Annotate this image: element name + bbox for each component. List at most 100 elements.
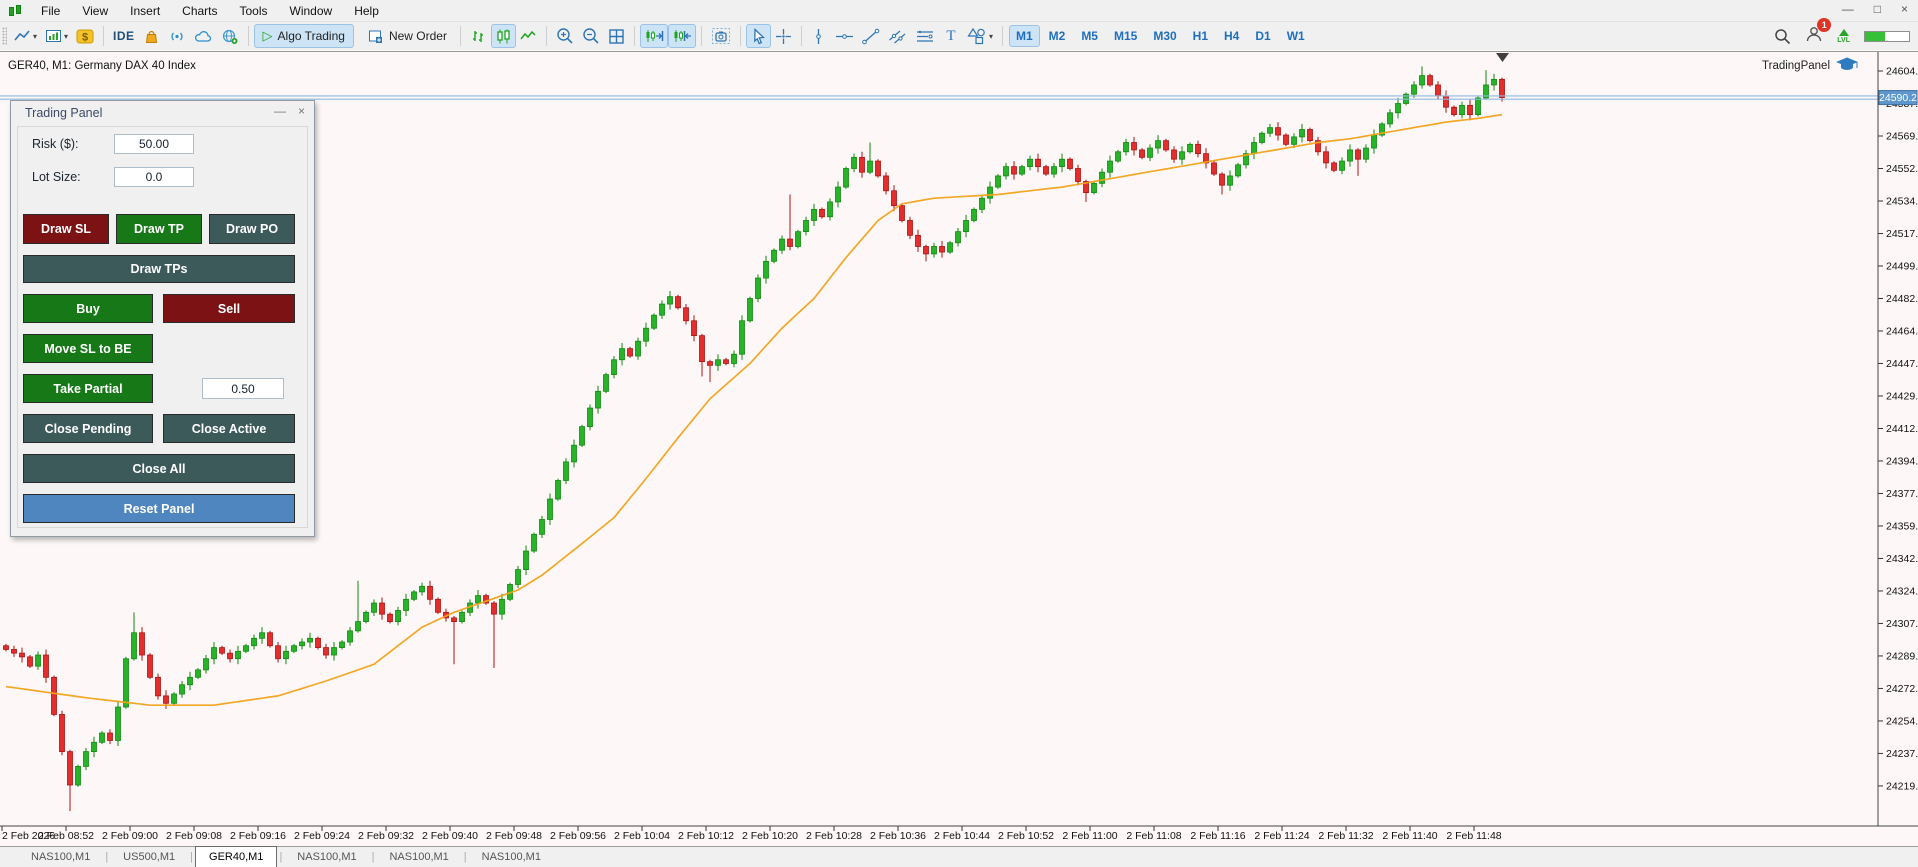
level-icon[interactable]: LVL	[1837, 29, 1850, 44]
menu-insert[interactable]: Insert	[119, 2, 171, 20]
window-maximize-icon[interactable]: □	[1874, 2, 1881, 16]
close-pending-button[interactable]: Close Pending	[23, 414, 153, 443]
menu-tools[interactable]: Tools	[229, 2, 279, 20]
crosshair-button[interactable]	[771, 24, 796, 48]
text-tool-button[interactable]: T	[939, 24, 963, 48]
buy-button[interactable]: Buy	[23, 294, 153, 323]
svg-text:24219.5: 24219.5	[1886, 780, 1918, 792]
community-button[interactable]	[217, 24, 243, 48]
svg-text:24569.5: 24569.5	[1886, 130, 1918, 142]
line-chart-icon	[14, 28, 31, 45]
screenshot-button[interactable]	[707, 24, 735, 48]
shapes-icon	[967, 27, 987, 45]
tab-separator: |	[103, 848, 110, 867]
vps-button[interactable]	[190, 24, 217, 48]
chart-tab-us500-m1-1[interactable]: US500,M1	[110, 848, 188, 867]
timeframe-m1-button[interactable]: M1	[1009, 25, 1040, 47]
timeframe-group: M1M2M5M15M30H1H4D1W1	[1008, 25, 1313, 47]
take-partial-button[interactable]: Take Partial	[23, 374, 153, 403]
risk-input[interactable]	[114, 134, 194, 154]
user-notifications-button[interactable]: 1	[1805, 25, 1823, 48]
svg-text:2 Feb 10:12: 2 Feb 10:12	[678, 830, 734, 842]
shapes-tool-button[interactable]: ▾	[963, 24, 997, 48]
chevron-down-icon: ▾	[33, 32, 37, 41]
candles-icon	[495, 28, 512, 45]
chart-tab-nas100-m1-3[interactable]: NAS100,M1	[284, 848, 369, 867]
svg-text:2 Feb 09:32: 2 Feb 09:32	[358, 830, 414, 842]
deposit-button[interactable]: $	[72, 24, 98, 48]
menu-help[interactable]: Help	[343, 2, 390, 20]
svg-text:2 Feb 10:28: 2 Feb 10:28	[806, 830, 862, 842]
timeframe-d1-button[interactable]: D1	[1248, 25, 1277, 47]
svg-text:2 Feb 11:16: 2 Feb 11:16	[1190, 830, 1245, 842]
tile-windows-button[interactable]	[604, 24, 629, 48]
bar-chart-mode-button[interactable]	[466, 24, 491, 48]
menu-view[interactable]: View	[71, 2, 119, 20]
timeframe-h4-button[interactable]: H4	[1217, 25, 1246, 47]
chart-tab-nas100-m1-5[interactable]: NAS100,M1	[469, 848, 554, 867]
trading-panel-body: Risk ($): Lot Size: Draw SL Draw TP Draw…	[17, 126, 308, 528]
timeframe-w1-button[interactable]: W1	[1280, 25, 1312, 47]
auto-scroll-button[interactable]	[640, 24, 668, 48]
menu-file[interactable]: File	[30, 2, 71, 20]
signals-button[interactable]	[164, 24, 190, 48]
svg-text:24377.0: 24377.0	[1886, 488, 1918, 500]
draw-tp-button[interactable]: Draw TP	[116, 214, 202, 244]
window-close-icon[interactable]: ×	[1901, 2, 1908, 16]
zigzag-icon	[520, 28, 537, 45]
reset-panel-button[interactable]: Reset Panel	[23, 494, 295, 523]
tab-separator: |	[277, 848, 284, 867]
chart-tab-nas100-m1-0[interactable]: NAS100,M1	[18, 848, 103, 867]
chart-tab-ger40-m1-2[interactable]: GER40,M1	[195, 846, 277, 867]
draw-po-button[interactable]: Draw PO	[209, 214, 295, 244]
zoom-out-icon	[582, 27, 600, 45]
timeframe-h1-button[interactable]: H1	[1186, 25, 1215, 47]
menu-window[interactable]: Window	[279, 2, 344, 20]
panel-minimize-icon[interactable]: —	[274, 104, 286, 118]
timeframe-m30-button[interactable]: M30	[1146, 25, 1183, 47]
horizontal-line-icon	[835, 28, 854, 45]
partial-size-input[interactable]	[202, 378, 284, 399]
draw-tps-button[interactable]: Draw TPs	[23, 255, 295, 283]
vertical-line-tool-button[interactable]	[807, 24, 831, 48]
channel-tool-button[interactable]	[884, 24, 911, 48]
chart-tab-bar: NAS100,M1|US500,M1|GER40,M1|NAS100,M1|NA…	[0, 846, 1918, 867]
timeframe-m5-button[interactable]: M5	[1074, 25, 1105, 47]
zoom-in-button[interactable]	[552, 24, 578, 48]
close-all-button[interactable]: Close All	[23, 454, 295, 483]
trendline-tool-button[interactable]	[858, 24, 884, 48]
window-minimize-icon[interactable]: —	[1842, 2, 1854, 16]
svg-text:24447.0: 24447.0	[1886, 358, 1918, 370]
chart-shift-button[interactable]	[668, 24, 696, 48]
draw-sl-button[interactable]: Draw SL	[23, 214, 109, 244]
lot-size-input[interactable]	[114, 167, 194, 187]
market-button[interactable]	[139, 24, 164, 48]
profiles-button[interactable]: ▾	[41, 24, 72, 48]
timeframe-m15-button[interactable]: M15	[1107, 25, 1144, 47]
svg-text:2 Feb 10:20: 2 Feb 10:20	[742, 830, 798, 842]
svg-text:24499.5: 24499.5	[1886, 260, 1918, 272]
zoom-out-button[interactable]	[578, 24, 604, 48]
close-active-button[interactable]: Close Active	[163, 414, 295, 443]
trading-panel[interactable]: Trading Panel — × Risk ($): Lot Size: Dr…	[10, 100, 315, 537]
move-sl-to-be-button[interactable]: Move SL to BE	[23, 334, 153, 363]
line-mode-button[interactable]	[516, 24, 541, 48]
chart-type-button[interactable]: ▾	[10, 24, 41, 48]
search-icon[interactable]	[1774, 28, 1791, 45]
panel-close-icon[interactable]: ×	[298, 104, 305, 118]
toolbar-grip[interactable]	[2, 27, 7, 45]
timeframe-m2-button[interactable]: M2	[1042, 25, 1073, 47]
trading-panel-titlebar[interactable]: Trading Panel — ×	[11, 101, 314, 125]
fibonacci-tool-button[interactable]	[911, 24, 939, 48]
ide-button[interactable]: IDE	[109, 24, 139, 48]
menu-charts[interactable]: Charts	[171, 2, 228, 20]
trading-panel-title: Trading Panel	[25, 106, 102, 120]
svg-text:2 Feb 10:44: 2 Feb 10:44	[934, 830, 990, 842]
horizontal-line-tool-button[interactable]	[831, 24, 858, 48]
sell-button[interactable]: Sell	[163, 294, 295, 323]
candlestick-mode-button[interactable]	[491, 24, 516, 48]
algo-trading-button[interactable]: ▷ Algo Trading	[254, 24, 354, 48]
new-order-button[interactable]: New Order	[360, 24, 455, 48]
chart-tab-nas100-m1-4[interactable]: NAS100,M1	[376, 848, 461, 867]
cursor-button[interactable]	[746, 24, 771, 48]
